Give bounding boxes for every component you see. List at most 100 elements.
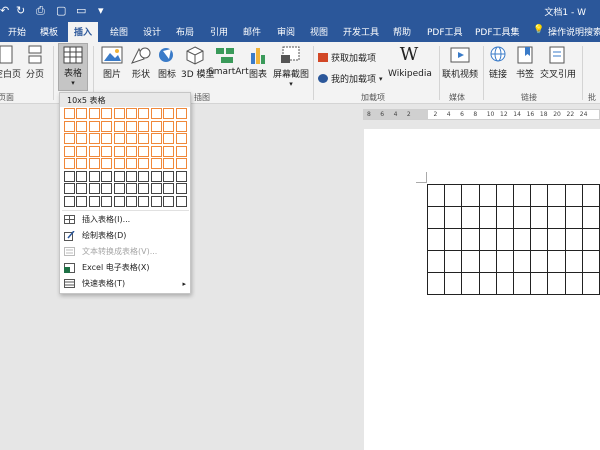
table-cell[interactable] [478, 272, 497, 295]
table-grid-cell[interactable] [138, 133, 150, 144]
my-addins-button[interactable]: 我的加载项 ▾ [318, 72, 383, 85]
table-grid-cell[interactable] [150, 158, 162, 169]
table-grid-cell[interactable] [113, 170, 125, 182]
table-cell[interactable] [495, 228, 514, 251]
tab-help[interactable]: 帮助 [393, 25, 411, 38]
table-cell[interactable] [581, 272, 600, 295]
table-grid-cell[interactable] [76, 183, 88, 194]
table-grid-cell[interactable] [150, 108, 162, 119]
table-grid-cell[interactable] [76, 158, 88, 169]
table-grid-cell[interactable] [113, 183, 125, 194]
table-cell[interactable] [444, 228, 463, 251]
tab-insert[interactable]: 插入 [68, 22, 99, 42]
table-cell[interactable] [547, 228, 566, 251]
table-grid-cell[interactable] [175, 108, 187, 119]
table-grid-cell[interactable] [163, 133, 175, 144]
table-grid-cell[interactable] [150, 145, 162, 157]
insert-table-menu-item[interactable]: 插入表格(I)... [63, 212, 188, 227]
table-cell[interactable] [426, 272, 446, 295]
table-grid-cell[interactable] [101, 108, 113, 119]
document-table[interactable] [426, 184, 600, 295]
table-cell[interactable] [530, 250, 549, 273]
smartart-button[interactable]: SmartArt [208, 45, 249, 77]
table-grid-cell[interactable] [126, 108, 137, 119]
table-cell[interactable] [512, 272, 532, 295]
table-grid-cell[interactable] [88, 158, 100, 169]
table-cell[interactable] [495, 206, 514, 229]
table-grid-cell[interactable] [101, 195, 113, 207]
table-grid-cell[interactable] [163, 120, 175, 132]
table-grid-cell[interactable] [113, 108, 125, 119]
table-cell[interactable] [444, 206, 463, 229]
screenshot-button[interactable]: 屏幕截图 ▾ [272, 45, 310, 88]
tell-me-search[interactable]: 操作说明搜索 [548, 25, 600, 38]
tab-draw[interactable]: 绘图 [110, 25, 128, 38]
table-grid-cell[interactable] [175, 120, 187, 132]
table-cell[interactable] [564, 250, 583, 273]
table-cell[interactable] [581, 250, 600, 273]
table-cell[interactable] [461, 272, 480, 295]
table-grid-cell[interactable] [113, 145, 125, 157]
quick-tables-menu-item[interactable]: 快速表格(T) ▸ [63, 276, 188, 291]
tab-references[interactable]: 引用 [210, 25, 228, 38]
table-grid-cell[interactable] [113, 133, 125, 144]
table-grid-cell[interactable] [138, 108, 150, 119]
table-grid-cell[interactable] [88, 108, 100, 119]
horizontal-ruler[interactable]: 8 6 4 2 2 4 6 8 10 12 14 16 18 20 22 24 [363, 109, 600, 120]
table-cell[interactable] [512, 184, 532, 207]
table-cell[interactable] [564, 206, 583, 229]
page-break-button[interactable]: 分页 [24, 45, 46, 80]
table-grid-cell[interactable] [101, 145, 113, 157]
table-cell[interactable] [547, 272, 566, 295]
tab-pdf-tools[interactable]: PDF工具 [427, 25, 463, 38]
table-grid-cell[interactable] [175, 158, 187, 169]
table-grid-cell[interactable] [76, 145, 88, 157]
table-cell[interactable] [444, 272, 463, 295]
table-cell[interactable] [512, 250, 532, 273]
table-grid-cell[interactable] [138, 120, 150, 132]
table-grid-cell[interactable] [163, 195, 175, 207]
table-grid-cell[interactable] [76, 195, 88, 207]
table-grid-cell[interactable] [126, 170, 137, 182]
get-addins-button[interactable]: 获取加载项 [318, 51, 376, 64]
table-grid-cell[interactable] [64, 145, 75, 157]
table-grid-cell[interactable] [64, 195, 75, 207]
table-cell[interactable] [530, 228, 549, 251]
bookmark-button[interactable]: 书签 [513, 45, 537, 80]
table-grid-cell[interactable] [76, 170, 88, 182]
table-grid-cell[interactable] [175, 145, 187, 157]
table-cell[interactable] [461, 206, 480, 229]
table-grid-cell[interactable] [126, 133, 137, 144]
tab-design[interactable]: 设计 [143, 25, 161, 38]
blank-page-button[interactable]: 空白页 [0, 45, 21, 80]
table-cell[interactable] [495, 272, 514, 295]
table-cell[interactable] [547, 184, 566, 207]
table-cell[interactable] [512, 228, 532, 251]
table-grid-cell[interactable] [163, 145, 175, 157]
excel-spreadsheet-menu-item[interactable]: Excel 电子表格(X) [63, 260, 188, 275]
table-grid-cell[interactable] [113, 158, 125, 169]
tab-templates[interactable]: 模板 [40, 25, 58, 38]
link-button[interactable]: 链接 [486, 45, 510, 80]
table-cell[interactable] [564, 272, 583, 295]
table-cell[interactable] [426, 206, 446, 229]
table-cell[interactable] [495, 250, 514, 273]
table-grid-cell[interactable] [88, 120, 100, 132]
table-grid-cell[interactable] [101, 183, 113, 194]
table-grid-cell[interactable] [113, 120, 125, 132]
table-grid-cell[interactable] [175, 183, 187, 194]
table-cell[interactable] [581, 206, 600, 229]
table-cell[interactable] [426, 250, 446, 273]
tab-home[interactable]: 开始 [8, 25, 26, 38]
table-grid-cell[interactable] [64, 183, 75, 194]
table-grid-cell[interactable] [88, 170, 100, 182]
draw-table-menu-item[interactable]: 绘制表格(D) [63, 228, 188, 243]
table-cell[interactable] [530, 206, 549, 229]
chart-button[interactable]: 图表 [247, 45, 269, 80]
table-cell[interactable] [461, 184, 480, 207]
table-grid-cell[interactable] [163, 183, 175, 194]
table-grid-cell[interactable] [126, 120, 137, 132]
table-grid-cell[interactable] [101, 158, 113, 169]
table-grid-cell[interactable] [113, 195, 125, 207]
table-cell[interactable] [444, 250, 463, 273]
